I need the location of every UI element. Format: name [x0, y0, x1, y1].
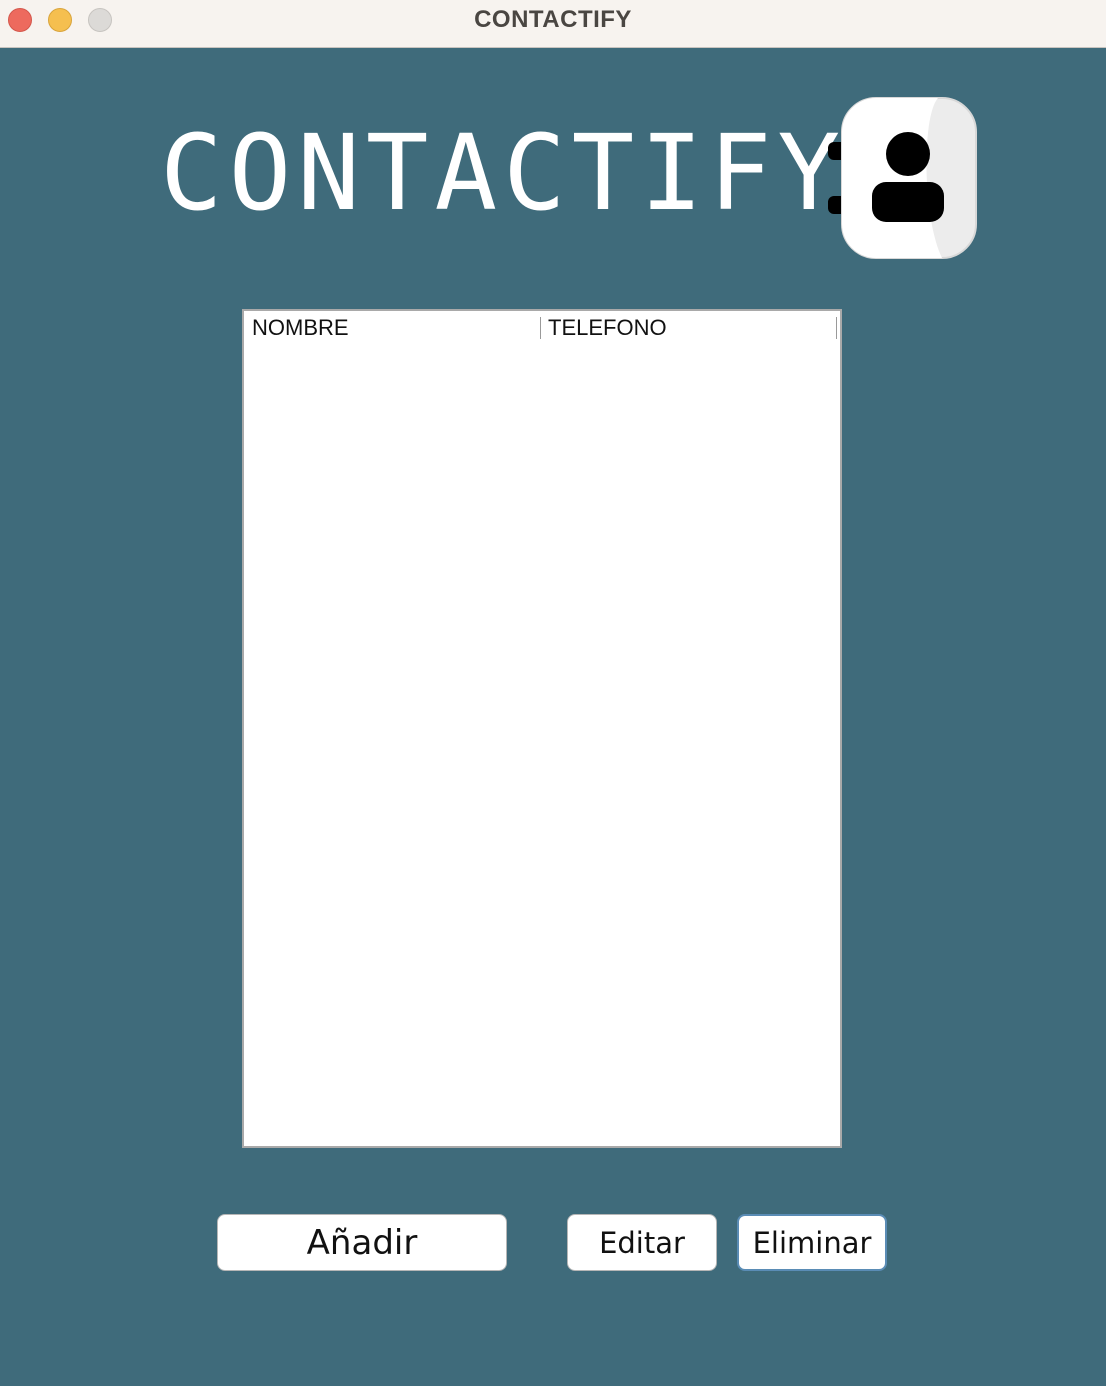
contacts-table[interactable]: NOMBRE TELEFONO	[242, 309, 842, 1148]
contact-book-icon	[826, 96, 978, 260]
table-body[interactable]	[244, 343, 840, 1144]
column-header-nombre[interactable]: NOMBRE	[252, 315, 349, 341]
column-header-telefono[interactable]: TELEFONO	[548, 315, 667, 341]
add-contact-button[interactable]: Añadir	[217, 1214, 507, 1271]
column-divider[interactable]	[540, 317, 541, 339]
delete-contact-button[interactable]: Eliminar	[737, 1214, 887, 1271]
app-title: CONTACTIFY	[160, 112, 847, 234]
table-header: NOMBRE TELEFONO	[244, 311, 840, 343]
app-window: CONTACTIFY CONTACTIFY NOMBRE TELEFONO Añ…	[0, 0, 1106, 1386]
window-title: CONTACTIFY	[474, 6, 632, 33]
column-divider[interactable]	[836, 317, 837, 339]
edit-contact-button[interactable]: Editar	[567, 1214, 717, 1271]
title-bar[interactable]: CONTACTIFY	[0, 0, 1106, 48]
